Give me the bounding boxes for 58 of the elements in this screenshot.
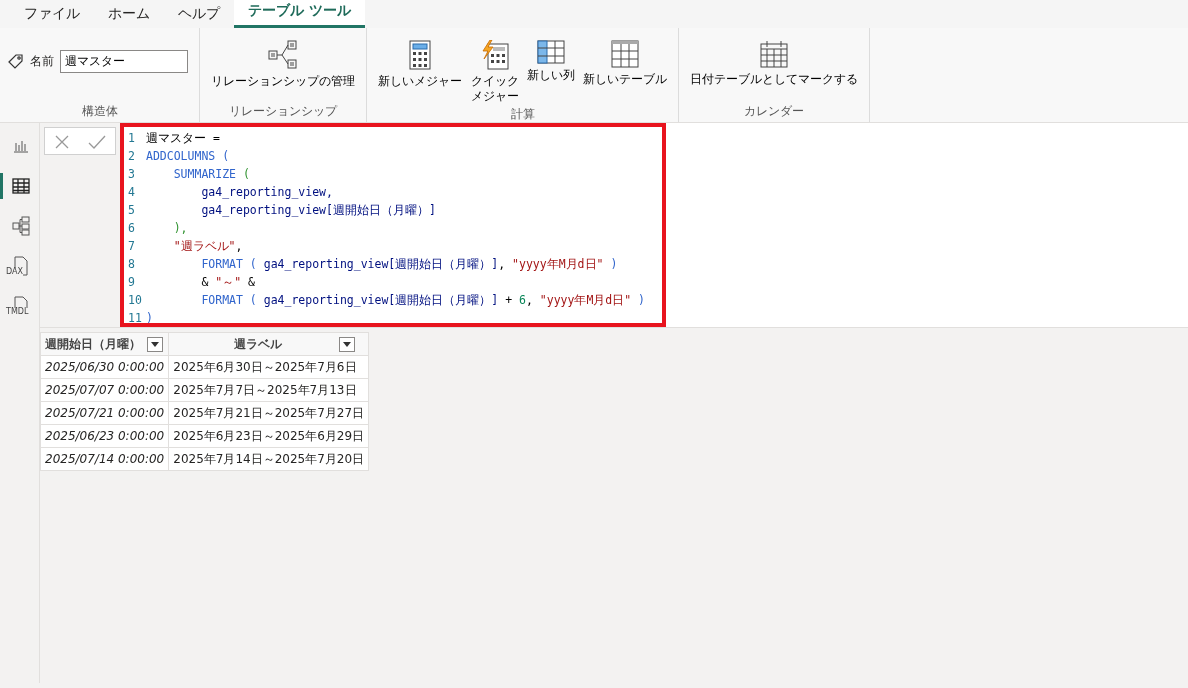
table-cell: 2025/06/30 0:00:00	[40, 355, 169, 379]
code-line: ga4_reporting_view[週開始日（月曜）]	[200, 202, 436, 219]
table-cell: 2025/07/21 0:00:00	[40, 401, 169, 425]
line-number: 10	[127, 292, 143, 309]
table-cell: 2025/06/23 0:00:00	[40, 424, 169, 448]
group-label: 計算	[509, 106, 536, 123]
line-number: 7	[127, 238, 136, 255]
calculator-icon	[409, 40, 431, 70]
code-line: "週ラベル",	[172, 238, 243, 255]
code-line: SUMMARIZE (	[172, 166, 250, 183]
table-cell: 2025/07/07 0:00:00	[40, 378, 169, 402]
ribbon-tab[interactable]: テーブル ツール	[234, 0, 365, 28]
line-number: 5	[127, 202, 136, 219]
table-cell: 2025年7月7日～2025年7月13日	[168, 378, 369, 402]
calendar-icon	[760, 40, 789, 68]
line-number: 3	[127, 166, 136, 183]
line-number: 8	[127, 256, 136, 273]
code-line: & "～" &	[200, 274, 255, 291]
name-field[interactable]: 週マスター	[60, 49, 188, 73]
ribbon-button[interactable]: 日付テーブルとしてマークする	[687, 38, 862, 89]
table-cell: 2025年7月21日～2025年7月27日	[168, 401, 369, 425]
ribbon-tab[interactable]: ヘルプ	[164, 1, 234, 28]
table-grid-icon	[611, 40, 640, 68]
group-label: 構造体	[80, 102, 119, 120]
dropdown-icon[interactable]	[147, 337, 163, 352]
code-line: )	[146, 310, 153, 327]
line-number: 4	[127, 184, 136, 201]
group-label: カレンダー	[743, 102, 806, 120]
ribbon-button[interactable]: クイックメジャー	[467, 38, 523, 106]
ribbon-button[interactable]: 新しいメジャー	[375, 38, 465, 91]
dropdown-icon[interactable]	[338, 337, 355, 352]
ribbon-tab[interactable]: ファイル	[10, 1, 94, 28]
code-line: ADDCOLUMNS (	[146, 148, 230, 165]
column-grid-icon	[537, 40, 566, 64]
tag-icon	[8, 53, 24, 70]
ribbon-button[interactable]: 新しいテーブル	[580, 38, 671, 89]
table-cell: 2025年6月23日～2025年6月29日	[168, 424, 369, 448]
formula-editor[interactable]	[120, 123, 666, 327]
line-number: 1	[127, 130, 136, 147]
name-label: 名前	[30, 53, 54, 71]
ribbon-button[interactable]: 新しい列	[524, 38, 579, 85]
line-number: 6	[127, 220, 136, 237]
table-cell: 2025年6月30日～2025年7月6日	[168, 355, 369, 379]
code-line: ),	[172, 220, 188, 237]
code-line: ga4_reporting_view,	[200, 184, 333, 201]
code-line: FORMAT ( ga4_reporting_view[週開始日（月曜）] + 6, "yyyy年M月d日" )	[200, 292, 646, 309]
table-cell: 2025/07/14 0:00:00	[40, 447, 169, 471]
code-line: FORMAT ( ga4_reporting_view[週開始日（月曜）], "yyyy年M月d日" )	[200, 256, 618, 273]
group-label: リレーションシップ	[228, 102, 339, 120]
line-number: 2	[127, 148, 136, 165]
ribbon-button[interactable]: リレーションシップの管理	[208, 38, 358, 91]
relationship-diagram-icon	[268, 40, 298, 70]
line-number: 11	[127, 310, 143, 327]
lightning-calculator-icon	[480, 40, 509, 70]
code-line: 週マスター =	[146, 130, 220, 147]
line-number: 9	[127, 274, 136, 291]
ribbon-tab[interactable]: ホーム	[94, 1, 164, 28]
table-cell: 2025年7月14日～2025年7月20日	[168, 447, 369, 471]
